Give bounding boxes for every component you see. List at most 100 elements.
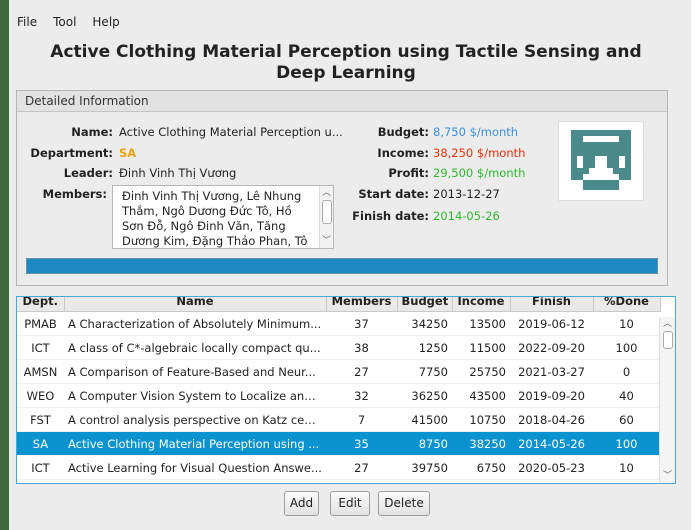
table-cell: 10 — [593, 311, 660, 336]
leader-label: Leader: — [63, 166, 113, 180]
start-date-value: 2013-12-27 — [433, 187, 500, 201]
table-row[interactable]: ICT A class of C*-algebraic locally compa… — [17, 335, 660, 360]
menu-bar: File Tool Help — [9, 11, 128, 33]
table-row[interactable]: PMABA flowing pair of particles in inert… — [17, 479, 660, 483]
table-cell: PMAB — [17, 311, 64, 336]
table-cell: 47500 — [397, 479, 452, 483]
menu-tool[interactable]: Tool — [45, 11, 84, 33]
table-cell: 0 — [593, 359, 660, 384]
finish-date-label: Finish date: — [352, 209, 429, 223]
members-scroll-thumb[interactable] — [322, 200, 332, 224]
chevron-up-icon[interactable]: ︿ — [660, 318, 675, 330]
chevron-down-icon[interactable]: ﹀ — [320, 235, 333, 247]
table-cell: 11500 — [452, 335, 510, 360]
table-cell: 25750 — [452, 359, 510, 384]
avatar — [558, 121, 644, 201]
table-cell: Active Clothing Material Perception usin… — [64, 431, 326, 456]
table-cell: 38250 — [452, 431, 510, 456]
edit-button[interactable]: Edit — [330, 491, 370, 516]
table-cell: 34250 — [397, 311, 452, 336]
name-label: Name: — [71, 125, 113, 139]
column-header-done[interactable]: %Done — [593, 297, 661, 312]
table-cell: A control analysis perspective on Katz c… — [64, 407, 326, 432]
progress-fill — [27, 259, 657, 273]
department-value: SA — [119, 146, 137, 160]
members-scrollbar[interactable]: ︿ ﹀ — [319, 186, 333, 248]
projects-grid: Dept. Name Members Budget Income Finish … — [17, 297, 661, 483]
table-cell: 1250 — [397, 335, 452, 360]
table-scroll-thumb[interactable] — [663, 331, 673, 349]
table-cell: 27 — [326, 359, 397, 384]
column-header-dept[interactable]: Dept. — [17, 297, 65, 312]
table-cell: A Computer Vision System to Localize and… — [64, 383, 326, 408]
members-label: Members: — [42, 187, 107, 201]
table-cell: A Comparison of Feature-Based and Neur..… — [64, 359, 326, 384]
table-cell: 35 — [326, 431, 397, 456]
table-cell: 2020-05-23 — [510, 455, 593, 480]
page-title: Active Clothing Material Perception usin… — [50, 42, 642, 83]
department-label: Department: — [30, 146, 113, 160]
table-cell: 2018-04-26 — [510, 407, 593, 432]
column-header-members[interactable]: Members — [326, 297, 398, 312]
identicon-icon — [571, 130, 631, 190]
table-row[interactable]: SA Active Clothing Material Perception us… — [17, 431, 660, 456]
table-header-row: Dept. Name Members Budget Income Finish … — [17, 297, 661, 312]
table-cell: 100 — [593, 431, 660, 456]
table-cell: 13500 — [452, 311, 510, 336]
chevron-up-icon[interactable]: ︿ — [320, 187, 333, 199]
table-cell: 39750 — [397, 455, 452, 480]
table-cell: 6750 — [452, 455, 510, 480]
finish-date-value: 2014-05-26 — [433, 209, 500, 223]
table-cell: 2014-05-26 — [510, 431, 593, 456]
chevron-down-icon[interactable]: ﹀ — [660, 470, 675, 482]
profit-value: 29,500 $/month — [433, 166, 526, 180]
table-cell: 100 — [593, 335, 660, 360]
table-cell: 13 — [326, 479, 397, 483]
table-cell: 41500 — [397, 407, 452, 432]
name-value: Active Clothing Material Perception u... — [119, 125, 343, 139]
table-cell: 7750 — [397, 359, 452, 384]
start-date-label: Start date: — [358, 187, 429, 201]
delete-button[interactable]: Delete — [378, 491, 430, 516]
table-cell: 40 — [593, 383, 660, 408]
members-textarea[interactable]: Đinh Vinh Thị Vương, Lê Nhung Thắm, Ngô … — [112, 185, 334, 249]
table-cell: 2021-03-27 — [510, 359, 593, 384]
table-row[interactable]: WEO A Computer Vision System to Localize … — [17, 383, 660, 408]
table-cell: FST — [17, 407, 64, 432]
table-cell: 43500 — [452, 383, 510, 408]
budget-label: Budget: — [377, 125, 429, 139]
table-row[interactable]: PMAB A Characterization of Absolutely Min… — [17, 311, 660, 336]
budget-value: 8,750 $/month — [433, 125, 519, 139]
table-cell: 7 — [326, 407, 397, 432]
table-cell: WEO — [17, 383, 64, 408]
panel-header: Detailed Information — [17, 91, 667, 112]
column-header-name[interactable]: Name — [64, 297, 327, 312]
leader-value: Đinh Vinh Thị Vương — [119, 166, 237, 180]
table-cell: 60 — [593, 407, 660, 432]
table-row[interactable]: FST A control analysis perspective on Kat… — [17, 407, 660, 432]
table-cell: SA — [17, 431, 64, 456]
table-cell: A class of C*-algebraic locally compact … — [64, 335, 326, 360]
table-scrollbar[interactable]: ︿ ﹀ — [659, 317, 675, 483]
column-header-budget[interactable]: Budget — [397, 297, 453, 312]
members-value: Đinh Vinh Thị Vương, Lê Nhung Thắm, Ngô … — [122, 189, 308, 248]
table-cell: 37 — [326, 311, 397, 336]
table-cell: 36250 — [397, 383, 452, 408]
income-label: Income: — [377, 146, 429, 160]
column-header-income[interactable]: Income — [452, 297, 511, 312]
detail-panel: Detailed Information Name: Active Clothi… — [16, 90, 668, 286]
menu-help[interactable]: Help — [84, 11, 127, 33]
table-cell: ICT — [17, 335, 64, 360]
column-header-finish[interactable]: Finish — [510, 297, 594, 312]
table-row[interactable]: ICT Active Learning for Visual Question A… — [17, 455, 660, 480]
projects-table: Dept. Name Members Budget Income Finish … — [16, 296, 676, 484]
add-button[interactable]: Add — [284, 491, 319, 516]
table-cell: 8750 — [397, 431, 452, 456]
table-row[interactable]: AMSN A Comparison of Feature-Based and Ne… — [17, 359, 660, 384]
table-cell: 30 — [593, 479, 660, 483]
background-strip — [0, 0, 9, 530]
table-cell: AMSN — [17, 359, 64, 384]
table-cell: A flowing pair of particles in inertial … — [64, 479, 326, 483]
table-cell: ICT — [17, 455, 64, 480]
menu-file[interactable]: File — [9, 11, 45, 33]
